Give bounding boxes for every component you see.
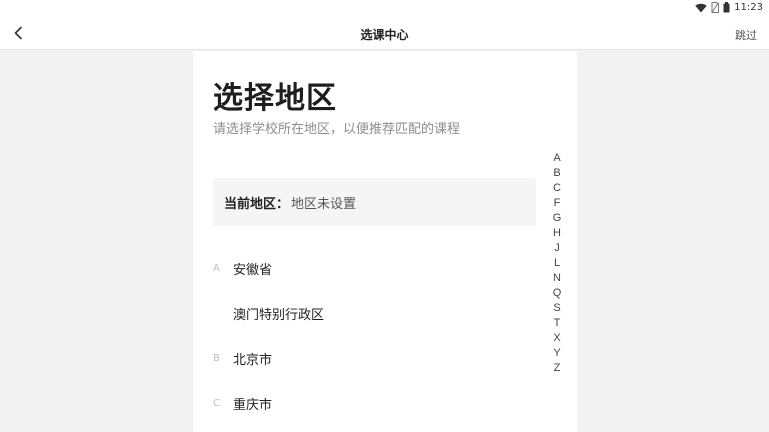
region-item-beijing[interactable]: B 北京市: [213, 347, 272, 369]
index-letter-z[interactable]: Z: [554, 361, 561, 376]
current-region-label: 当前地区：: [224, 196, 290, 212]
region-select-panel: 选择地区 请选择学校所在地区，以便推荐匹配的课程 当前地区： 地区未设置 A 安…: [193, 51, 577, 432]
region-item-chongqing[interactable]: C 重庆市: [213, 392, 272, 414]
index-letter-b[interactable]: B: [553, 166, 560, 181]
wifi-icon: [695, 3, 707, 13]
region-item-macau[interactable]: 澳门特别行政区: [213, 302, 324, 324]
index-letter-a[interactable]: A: [553, 151, 560, 166]
region-name: 重庆市: [233, 397, 273, 413]
index-letter-x[interactable]: X: [553, 331, 560, 346]
index-letter-j[interactable]: J: [554, 241, 560, 256]
battery-icon: [723, 2, 730, 13]
region-heading: 选择地区: [213, 81, 337, 116]
index-letter-c[interactable]: C: [553, 181, 561, 196]
index-letter-t[interactable]: T: [554, 316, 561, 331]
region-name: 北京市: [233, 352, 273, 368]
region-letter: C: [213, 397, 220, 409]
alphabet-index-bar[interactable]: A B C F G H J L N Q S T X Y Z: [551, 151, 563, 376]
current-region-value: 地区未设置: [291, 196, 357, 212]
sim-icon: [711, 2, 720, 13]
index-letter-g[interactable]: G: [553, 211, 562, 226]
current-region-box: 当前地区： 地区未设置: [213, 178, 536, 226]
region-item-anhui[interactable]: A 安徽省: [213, 257, 272, 279]
status-bar: 11:23: [0, 0, 769, 18]
page-title: 选课中心: [360, 28, 409, 42]
top-nav-bar: 选课中心 跳过: [0, 18, 769, 50]
status-icons: 11:23: [695, 2, 763, 13]
region-letter: B: [213, 352, 220, 364]
index-letter-y[interactable]: Y: [553, 346, 560, 361]
skip-button[interactable]: 跳过: [735, 27, 757, 43]
index-letter-n[interactable]: N: [553, 271, 561, 286]
region-name: 澳门特别行政区: [233, 307, 325, 323]
index-letter-l[interactable]: L: [554, 256, 560, 271]
region-name: 安徽省: [233, 262, 273, 278]
index-letter-s[interactable]: S: [553, 301, 560, 316]
status-time: 11:23: [734, 2, 763, 13]
region-subheading: 请选择学校所在地区，以便推荐匹配的课程: [213, 122, 461, 137]
index-letter-f[interactable]: F: [554, 196, 561, 211]
region-letter: A: [213, 262, 220, 274]
index-letter-q[interactable]: Q: [553, 286, 562, 301]
index-letter-h[interactable]: H: [553, 226, 561, 241]
